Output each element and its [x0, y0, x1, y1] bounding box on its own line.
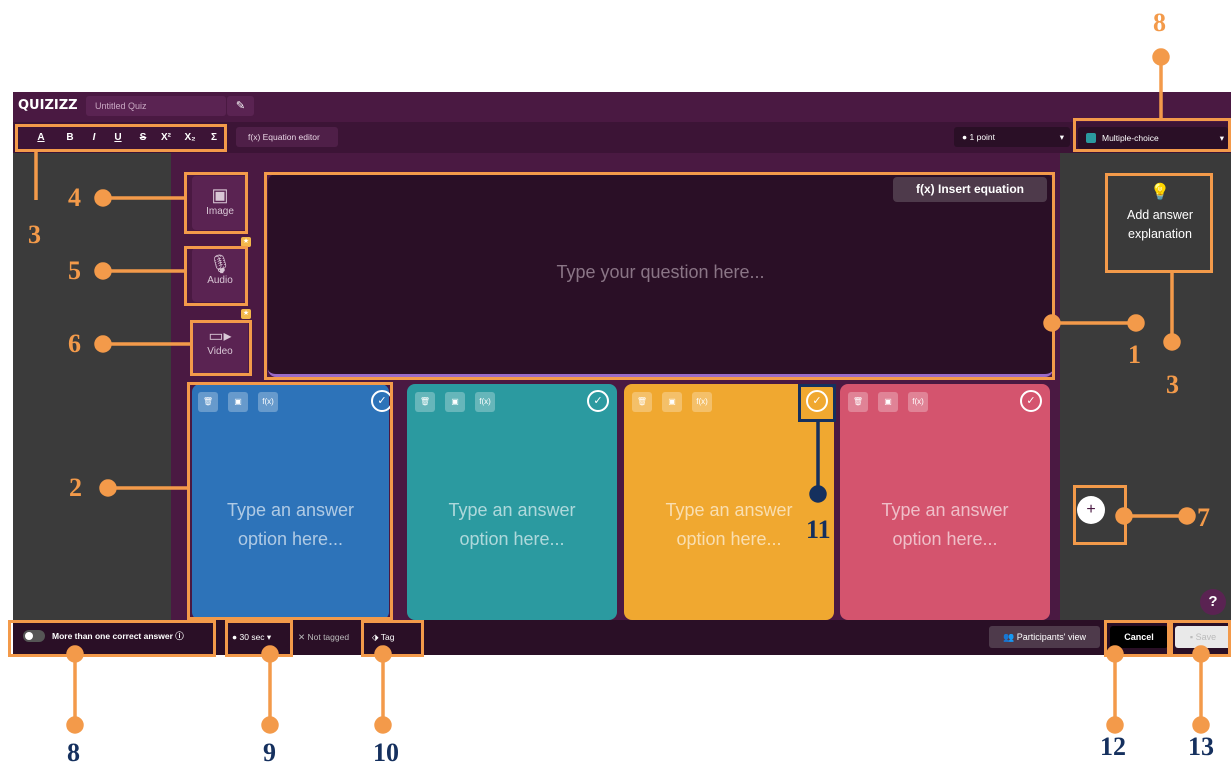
- highlight-answer: [187, 382, 393, 620]
- annotated-screenshot: QUIZIZZ Untitled Quiz ✎ A B I U S X² X₂ …: [0, 0, 1231, 771]
- callout-number: 5: [68, 256, 81, 285]
- callout-number: 9: [263, 738, 276, 767]
- quiz-title-field[interactable]: Untitled Quiz: [86, 96, 226, 116]
- equation-editor-label: Equation editor: [262, 132, 320, 142]
- answer-option-2[interactable]: 🗑 ▣ f(x) ✓ Type an answer option here...: [407, 384, 617, 620]
- image-icon[interactable]: ▣: [878, 392, 898, 412]
- callout-number: 10: [373, 738, 399, 767]
- callout-number: 12: [1100, 732, 1126, 761]
- image-icon[interactable]: ▣: [662, 392, 682, 412]
- image-icon[interactable]: ▣: [445, 392, 465, 412]
- highlight-add-option: [1073, 485, 1127, 545]
- premium-badge-icon: ★: [241, 309, 251, 319]
- highlight-image: [184, 172, 248, 234]
- points-label: 1 point: [969, 132, 996, 142]
- chevron-down-icon: ▾: [1059, 132, 1064, 142]
- quizizz-logo: QUIZIZZ: [18, 98, 78, 113]
- function-icon[interactable]: f(x): [475, 392, 495, 412]
- callout-number: 3: [28, 220, 41, 249]
- callout-number: 7: [1197, 503, 1210, 532]
- correct-check-icon[interactable]: ✓: [587, 390, 609, 412]
- delete-icon[interactable]: 🗑: [415, 392, 435, 412]
- answer-placeholder: option here...: [676, 529, 782, 549]
- answer-placeholder: Type an answer: [665, 500, 793, 520]
- callout-number: 13: [1188, 732, 1214, 761]
- participants-view-button[interactable]: 👥 Participants' view: [989, 626, 1100, 648]
- callout-number: 1: [1128, 340, 1141, 369]
- highlight-save: [1170, 620, 1231, 657]
- highlight-audio: [184, 246, 248, 306]
- help-button[interactable]: ?: [1200, 589, 1226, 615]
- callout-number: 8: [67, 738, 80, 767]
- answer-placeholder: option here...: [459, 529, 565, 549]
- edit-title-button[interactable]: ✎: [227, 96, 254, 116]
- highlight-question: [264, 172, 1055, 380]
- callout-number: 2: [69, 473, 82, 502]
- points-dropdown[interactable]: ● 1 point ▾: [954, 127, 1070, 147]
- callout-number: 4: [68, 183, 81, 212]
- tag-status: ✕ Not tagged: [298, 627, 360, 647]
- answer-option-4[interactable]: 🗑 ▣ f(x) ✓ Type an answer option here...: [840, 384, 1050, 620]
- function-icon: f(x): [248, 132, 263, 142]
- highlight-correct-check: [798, 384, 836, 422]
- equation-editor-button[interactable]: f(x) Equation editor: [236, 127, 338, 147]
- delete-icon[interactable]: 🗑: [632, 392, 652, 412]
- highlight-multi-correct: [8, 620, 216, 657]
- answer-placeholder: Type an answer: [448, 500, 576, 520]
- highlight-question-type: [1073, 118, 1231, 152]
- highlight-video: [190, 320, 252, 376]
- callout-number: 11: [806, 515, 831, 544]
- callout-number: 3: [1166, 370, 1179, 399]
- not-tagged-label: Not tagged: [307, 632, 350, 642]
- highlight-format-toolbar: [15, 124, 227, 152]
- people-icon: 👥: [1003, 632, 1017, 642]
- points-icon: ●: [962, 132, 970, 142]
- participants-view-label: Participants' view: [1016, 632, 1086, 642]
- highlight-cancel: [1104, 620, 1170, 657]
- answer-placeholder: Type an answer: [881, 500, 1009, 520]
- correct-check-icon[interactable]: ✓: [1020, 390, 1042, 412]
- highlight-explanation: [1105, 173, 1213, 273]
- function-icon[interactable]: f(x): [692, 392, 712, 412]
- answer-placeholder: option here...: [892, 529, 998, 549]
- callout-number: 6: [68, 329, 81, 358]
- highlight-tag: [361, 620, 424, 657]
- highlight-time: [225, 620, 293, 657]
- function-icon[interactable]: f(x): [908, 392, 928, 412]
- pencil-icon: ✎: [235, 100, 246, 112]
- delete-icon[interactable]: 🗑: [848, 392, 868, 412]
- callout-number: 8: [1153, 8, 1166, 37]
